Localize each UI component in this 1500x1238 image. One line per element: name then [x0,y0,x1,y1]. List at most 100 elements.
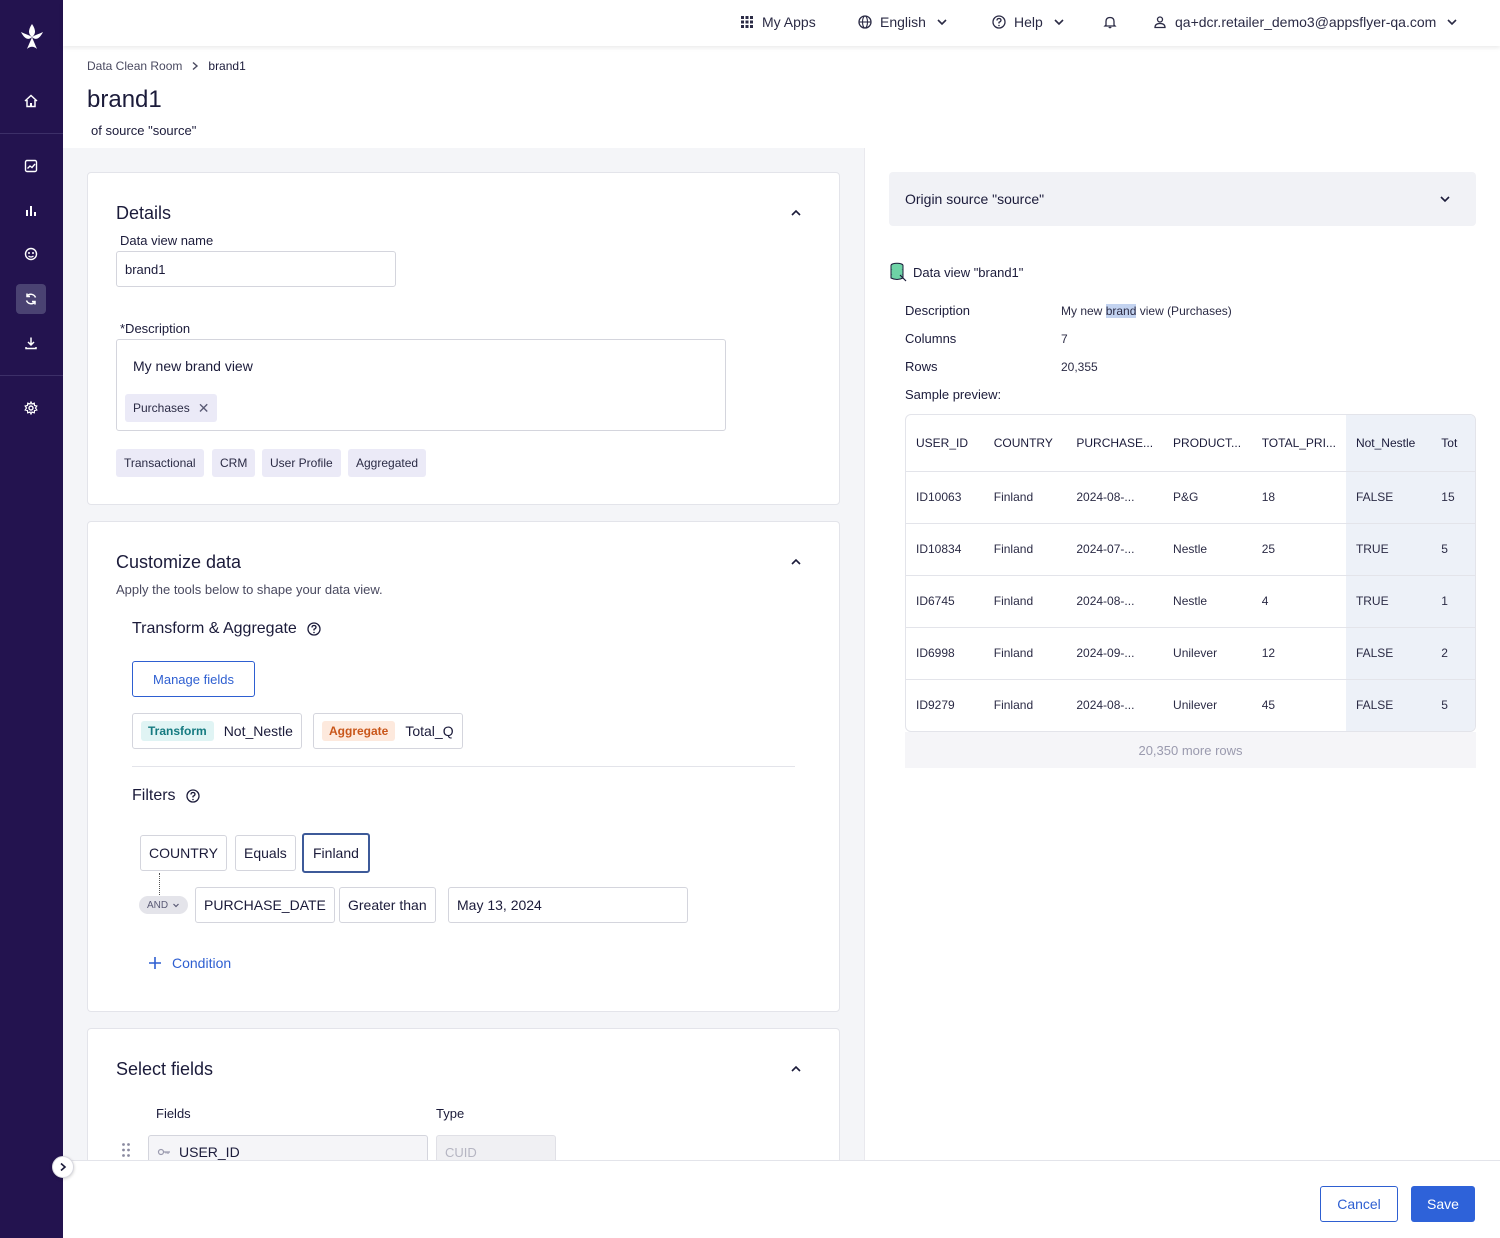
description-textarea[interactable]: My new brand view Purchases ✕ [116,339,726,431]
suggested-chip-transactional[interactable]: Transactional [116,449,204,477]
description-highlight: brand [1105,304,1137,318]
field-row-user-id[interactable]: USER_ID [148,1135,428,1160]
header-purchase[interactable]: PURCHASE... [1066,415,1164,472]
help-menu[interactable]: Help [992,0,1065,44]
transform-aggregate-heading: Transform & Aggregate [132,620,321,638]
cell: Finland [983,575,1067,628]
filter1-operator-select[interactable]: Equals [235,835,296,871]
cell: 1 [1431,575,1475,628]
user-menu[interactable]: qa+dcr.retailer_demo3@appsflyer-qa.com [1153,0,1458,44]
language-label: English [880,14,926,30]
add-condition-label: Condition [172,955,232,971]
description-post: view (Purchases) [1136,304,1232,318]
add-condition-button[interactable]: Condition [148,955,231,971]
my-apps-menu[interactable]: My Apps [740,0,816,44]
settings-gear-icon[interactable] [16,393,46,423]
fields-column-header: Fields [156,1106,191,1121]
footer-actions: Cancel Save [63,1160,1500,1238]
header-user-id[interactable]: USER_ID [906,415,984,472]
details-card: Details Data view name brand1 *Descripti… [87,172,840,505]
cell: ID9279 [916,698,955,713]
manage-fields-button[interactable]: Manage fields [132,661,255,697]
help-circle-icon[interactable] [185,789,200,803]
table-row: ID10834 Finland 2024-07-... Nestle 25 TR… [906,523,1475,576]
cancel-button[interactable]: Cancel [1320,1186,1398,1222]
top-bar: My Apps English Help qa+dcr.retailer_dem… [63,0,1500,46]
origin-source-accordion[interactable]: Origin source "source" [889,172,1476,226]
header-country[interactable]: COUNTRY [983,415,1067,472]
bell-icon [1103,16,1117,29]
suggested-chip-user-profile[interactable]: User Profile [262,449,341,477]
description-pre: My new [1061,304,1106,318]
help-label: Help [1014,14,1043,30]
data-clean-room-icon[interactable] [16,284,46,314]
sample-preview-table[interactable]: USER_ID COUNTRY PURCHASE... PRODUCT... T… [905,414,1476,732]
aggregate-field-pill[interactable]: Aggregate Total_Q [313,713,463,749]
cell: 45 [1261,698,1276,713]
suggested-chip-aggregated[interactable]: Aggregated [348,449,427,477]
notifications-button[interactable] [1103,0,1125,44]
filter2-field-select[interactable]: PURCHASE_DATE [195,887,335,923]
chevron-down-icon [937,19,947,26]
aggregate-field-name: Total_Q [405,723,454,739]
help-circle-icon [992,15,1006,29]
save-button[interactable]: Save [1411,1186,1475,1222]
table-row: ID6998 Finland 2024-09-... Unilever 12 F… [906,627,1475,680]
analytics-icon[interactable] [16,195,46,225]
cell: ID6745 [906,575,984,628]
filter2-date-input[interactable]: May 13, 2024 [448,887,688,923]
filter1-value-input[interactable]: Finland [302,833,370,873]
data-view-name-label: Data view name [120,233,214,248]
filter1-field-select[interactable]: COUNTRY [140,835,227,871]
preview-panel: Origin source "source" Data view "brand1… [864,148,1500,1160]
section-divider [132,766,795,767]
home-icon[interactable] [16,86,46,116]
cell: 5 [1431,679,1475,731]
chevron-up-icon[interactable] [789,555,803,569]
drag-handle-icon[interactable] [121,1142,131,1158]
header-not-nestle[interactable]: Not_Nestle [1345,415,1432,472]
cell: 25 [1251,523,1346,576]
appsflyer-logo-icon[interactable] [19,22,45,52]
cell: 2 [1431,627,1475,680]
and-operator-toggle[interactable]: AND [139,896,189,914]
description-chip: Purchases ✕ [125,394,218,422]
chevron-down-icon [1054,19,1064,26]
chevron-down-icon [173,903,180,908]
suggested-chip-crm[interactable]: CRM [212,449,256,477]
operator-label: AND [147,899,169,911]
cell: FALSE [1345,679,1432,731]
remove-chip-close-icon[interactable]: ✕ [198,400,210,417]
sidebar-expand-button[interactable] [52,1156,74,1178]
dashboard-icon[interactable] [16,151,46,181]
chevron-up-icon[interactable] [789,1062,803,1076]
language-menu[interactable]: English [858,0,948,44]
export-icon[interactable] [16,328,46,358]
customize-hint: Apply the tools below to shape your data… [116,582,383,597]
rows-meta-label: Rows [905,359,938,374]
cell: Unilever [1163,627,1252,680]
description-meta-value: My new brand view (Purchases) [1061,304,1232,318]
header-product[interactable]: PRODUCT... [1163,415,1252,472]
cell: ID6998 [906,627,984,680]
data-view-form: Details Data view name brand1 *Descripti… [63,148,864,1160]
cell: TRUE [1345,523,1432,576]
filter2-operator-select[interactable]: Greater than [339,887,436,923]
table-row: ID10063 Finland 2024-08-... P&G 18 FALSE… [906,471,1475,524]
customize-title: Customize data [116,552,242,572]
cell: 18 [1251,471,1346,524]
cell: Unilever [1173,698,1218,713]
header-total-q[interactable]: Tot [1431,415,1475,472]
user-email: qa+dcr.retailer_demo3@appsflyer-qa.com [1175,14,1437,30]
columns-meta-label: Columns [905,331,957,346]
data-view-name-input[interactable]: brand1 [116,251,396,287]
audiences-icon[interactable] [16,239,46,269]
help-circle-icon[interactable] [307,622,321,636]
key-icon [157,1148,170,1156]
chevron-down-icon [1447,19,1457,26]
transform-field-pill[interactable]: Transform Not_Nestle [132,713,302,749]
header-total-price[interactable]: TOTAL_PRI... [1251,415,1346,472]
chevron-up-icon[interactable] [789,206,803,220]
breadcrumb-root-link[interactable]: Data Clean Room [87,59,182,73]
field-type-select[interactable]: CUID [436,1135,556,1160]
